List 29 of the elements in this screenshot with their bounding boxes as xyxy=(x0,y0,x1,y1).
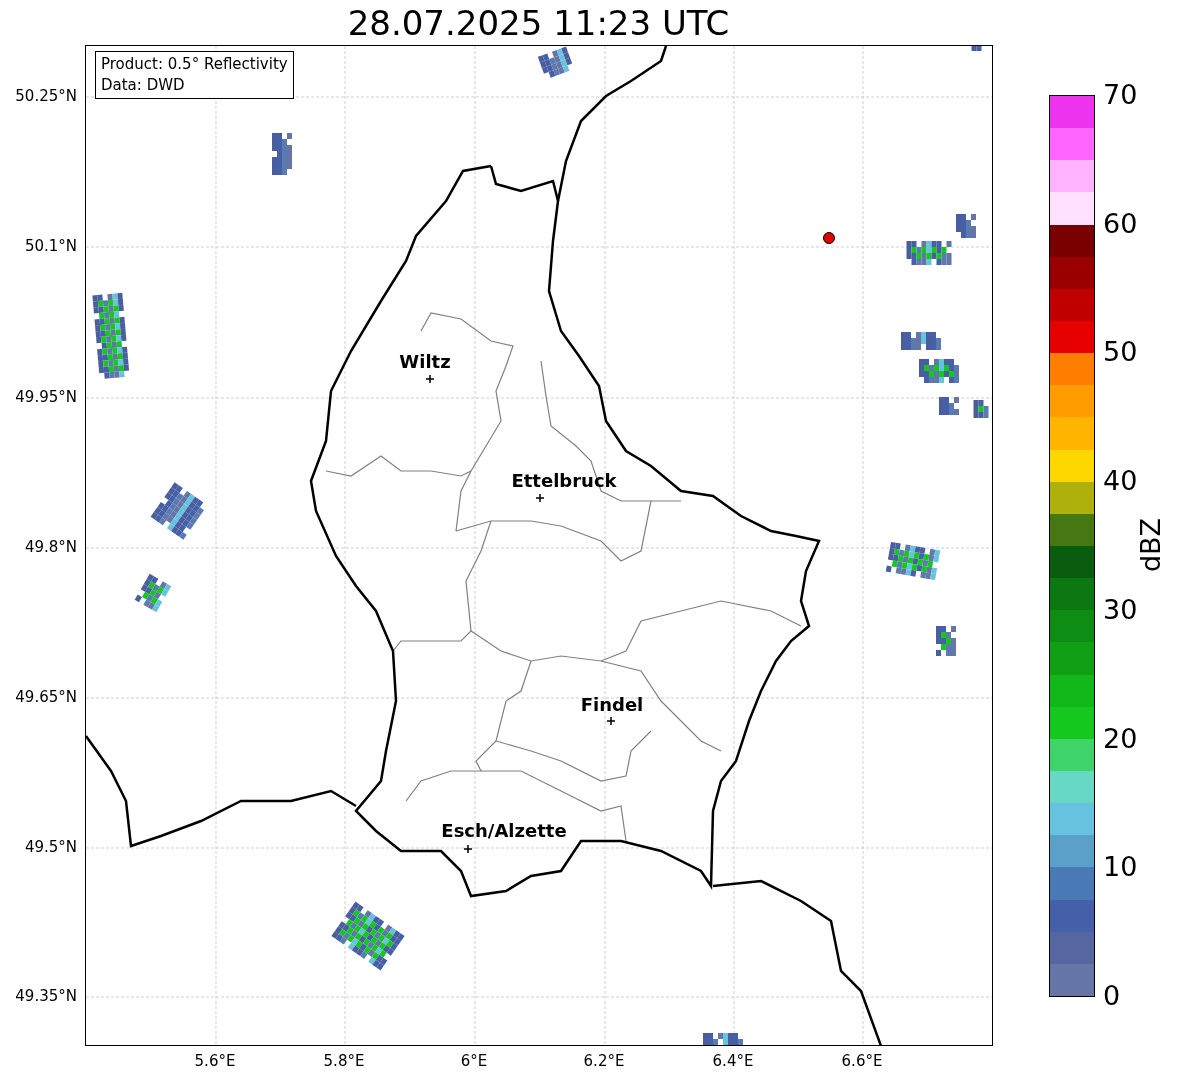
longitude-label: 6.2°E xyxy=(583,1052,625,1070)
longitude-label: 5.6°E xyxy=(194,1052,236,1070)
colorbar-tick-label: 70 xyxy=(1103,80,1138,110)
city-label: Ettelbruck xyxy=(511,471,617,491)
colorbar-title: dBZ xyxy=(1136,517,1166,573)
latitude-label: 50.1°N xyxy=(24,237,77,255)
latitude-label: 50.25°N xyxy=(15,87,77,105)
latitude-label: 49.65°N xyxy=(15,688,77,706)
latitude-label: 49.35°N xyxy=(15,987,77,1005)
latitude-label: 49.95°N xyxy=(15,388,77,406)
chart-title: 28.07.2025 11:23 UTC xyxy=(347,2,730,45)
city-label: Findel xyxy=(580,695,644,715)
longitude-label: 6.4°E xyxy=(712,1052,754,1070)
colorbar-tick-label: 40 xyxy=(1103,466,1138,497)
longitude-label: 6°E xyxy=(460,1052,488,1070)
city-label: Esch/Alzette xyxy=(441,821,567,841)
colorbar-tick-label: 0 xyxy=(1103,981,1121,1011)
colorbar-tick-label: 10 xyxy=(1103,852,1138,883)
colorbar-tick-label: 60 xyxy=(1103,208,1138,239)
longitude-label: 6.6°E xyxy=(841,1052,883,1070)
latitude-label: 49.5°N xyxy=(24,838,77,856)
colorbar-tick-label: 50 xyxy=(1103,337,1138,368)
info-text: Data: DWD xyxy=(101,75,186,96)
colorbar-tick-label: 30 xyxy=(1103,594,1138,625)
info-text: Product: 0.5° Reflectivity xyxy=(101,54,288,75)
colorbar-tick-label: 20 xyxy=(1103,723,1138,754)
city-label: Wiltz xyxy=(399,352,451,372)
longitude-label: 5.8°E xyxy=(323,1052,365,1070)
latitude-label: 49.8°N xyxy=(24,538,77,556)
